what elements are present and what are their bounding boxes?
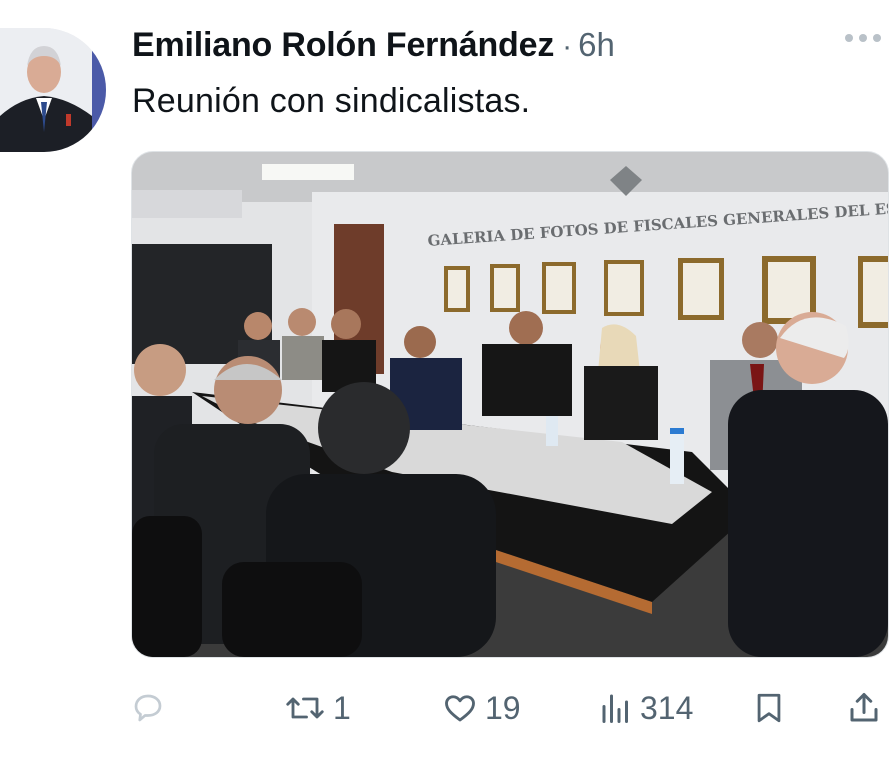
author-avatar[interactable] [0, 28, 106, 152]
reply-icon [134, 694, 162, 722]
more-icon[interactable] [845, 34, 881, 42]
like-button[interactable]: 19 [441, 684, 521, 732]
views-icon [602, 694, 628, 723]
views-button[interactable]: 314 [598, 684, 693, 732]
retweet-count: 1 [333, 689, 351, 726]
post-text: Reunión con sindicalistas. [132, 82, 531, 120]
like-icon [445, 695, 475, 722]
retweet-button[interactable]: 1 [283, 684, 351, 732]
bookmark-button[interactable] [752, 684, 786, 732]
separator-dot: · [562, 30, 573, 63]
author-name[interactable]: Emiliano Rolón Fernández [132, 26, 554, 65]
post-actions: 1 19 314 [0, 684, 895, 732]
post-header: Emiliano Rolón Fernández · 6h [132, 26, 615, 65]
post-media[interactable]: GALERIA DE FOTOS DE FISCALES GENERALES D… [131, 151, 889, 658]
share-button[interactable] [846, 684, 882, 732]
meeting-photo: GALERIA DE FOTOS DE FISCALES GENERALES D… [132, 152, 888, 657]
post-time[interactable]: 6h [578, 26, 615, 64]
like-count: 19 [485, 689, 521, 726]
avatar-photo [0, 28, 106, 152]
retweet-icon [286, 697, 324, 719]
reply-button[interactable] [130, 684, 166, 732]
bookmark-icon [757, 693, 781, 723]
share-icon [850, 693, 878, 722]
views-count: 314 [640, 689, 694, 726]
